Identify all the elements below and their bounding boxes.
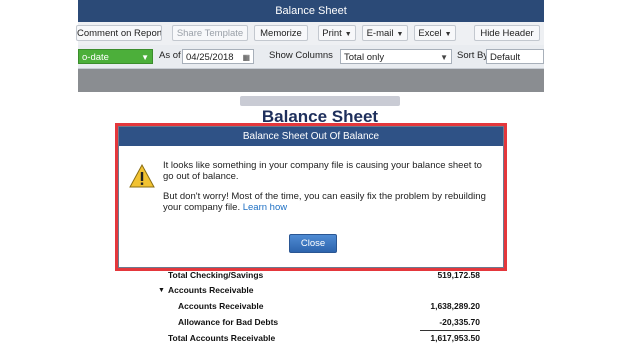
chevron-down-icon: ▼ <box>440 53 448 62</box>
report-header-band <box>78 69 544 92</box>
left-blank-area <box>0 0 78 92</box>
out-of-balance-dialog: Balance Sheet Out Of Balance It looks li… <box>118 126 504 268</box>
memorize-label: Memorize <box>260 28 302 39</box>
report-filter-bar: o-date ▼ As of 04/25/2018 ▦ Show Columns… <box>78 45 544 69</box>
sort-by-select[interactable]: Default <box>486 49 544 64</box>
row-amount: -20,335.70 <box>420 315 480 331</box>
memorize-button[interactable]: Memorize <box>254 25 308 41</box>
show-columns-select[interactable]: Total only ▼ <box>340 49 452 64</box>
email-label: E-mail <box>366 28 394 39</box>
report-row[interactable]: Total Accounts Receivable 1,617,953.50 <box>140 331 480 346</box>
chevron-down-icon: ▼ <box>141 53 149 62</box>
print-label: Print <box>322 28 342 39</box>
report-row[interactable]: Accounts Receivable 1,638,289.20 <box>140 299 480 314</box>
dialog-body: It looks like something in your company … <box>119 146 503 267</box>
learn-how-link[interactable]: Learn how <box>243 202 287 213</box>
share-template-button[interactable]: Share Template <box>172 25 248 41</box>
row-amount: 1,617,953.50 <box>430 333 480 343</box>
dialog-message-line-2: But don't worry! Most of the time, you c… <box>163 191 493 213</box>
dialog-title: Balance Sheet Out Of Balance <box>242 131 380 142</box>
row-label: Accounts Receivable <box>168 285 254 295</box>
as-of-date-input[interactable]: 04/25/2018 ▦ <box>182 49 254 64</box>
show-columns-label: Show Columns <box>269 50 333 61</box>
chevron-down-icon: ▼ <box>344 31 352 38</box>
row-label: Allowance for Bad Debts <box>178 317 279 327</box>
hide-header-button[interactable]: Hide Header <box>474 25 540 41</box>
share-template-label: Share Template <box>176 28 244 39</box>
sort-by-label: Sort By <box>457 50 489 61</box>
dialog-message: It looks like something in your company … <box>163 160 493 222</box>
warning-icon <box>129 164 155 188</box>
row-label: Accounts Receivable <box>178 301 264 311</box>
sort-by-value: Default <box>490 52 521 63</box>
dialog-highlight-frame: Balance Sheet Out Of Balance It looks li… <box>115 123 507 271</box>
dates-value: o-date <box>82 52 109 63</box>
as-of-date-value: 04/25/2018 <box>186 52 234 63</box>
print-button[interactable]: Print ▼ <box>318 25 356 41</box>
dialog-title-bar: Balance Sheet Out Of Balance <box>119 127 503 146</box>
report-row[interactable]: ▼ Accounts Receivable <box>140 283 480 298</box>
report-title: Balance Sheet <box>261 107 379 126</box>
report-toolbar: Comment on Report Share Template Memoriz… <box>76 22 544 46</box>
close-button-label: Close <box>300 238 326 249</box>
window-title-bar: Balance Sheet <box>78 0 544 22</box>
comment-on-report-button[interactable]: Comment on Report <box>76 25 162 41</box>
dates-select[interactable]: o-date ▼ <box>78 49 153 64</box>
dialog-message-line-1: It looks like something in your company … <box>163 160 482 182</box>
report-row[interactable]: Allowance for Bad Debts -20,335.70 <box>140 315 480 331</box>
collapse-triangle-icon[interactable]: ▼ <box>158 283 165 298</box>
close-button[interactable]: Close <box>289 234 337 253</box>
as-of-label: As of <box>159 50 181 61</box>
chevron-down-icon: ▼ <box>444 31 452 38</box>
calendar-icon[interactable]: ▦ <box>242 50 250 63</box>
hide-header-label: Hide Header <box>480 28 534 39</box>
excel-label: Excel <box>418 28 442 39</box>
window-title: Balance Sheet <box>275 5 347 17</box>
row-label: Total Accounts Receivable <box>168 333 276 343</box>
dialog-message-text-2: But don't worry! Most of the time, you c… <box>163 191 486 213</box>
excel-button[interactable]: Excel ▼ <box>414 25 456 41</box>
comment-on-report-label: Comment on Report <box>77 28 162 39</box>
show-columns-value: Total only <box>344 52 385 63</box>
row-amount: 1,638,289.20 <box>430 301 480 311</box>
email-button[interactable]: E-mail ▼ <box>362 25 408 41</box>
chevron-down-icon: ▼ <box>396 31 404 38</box>
